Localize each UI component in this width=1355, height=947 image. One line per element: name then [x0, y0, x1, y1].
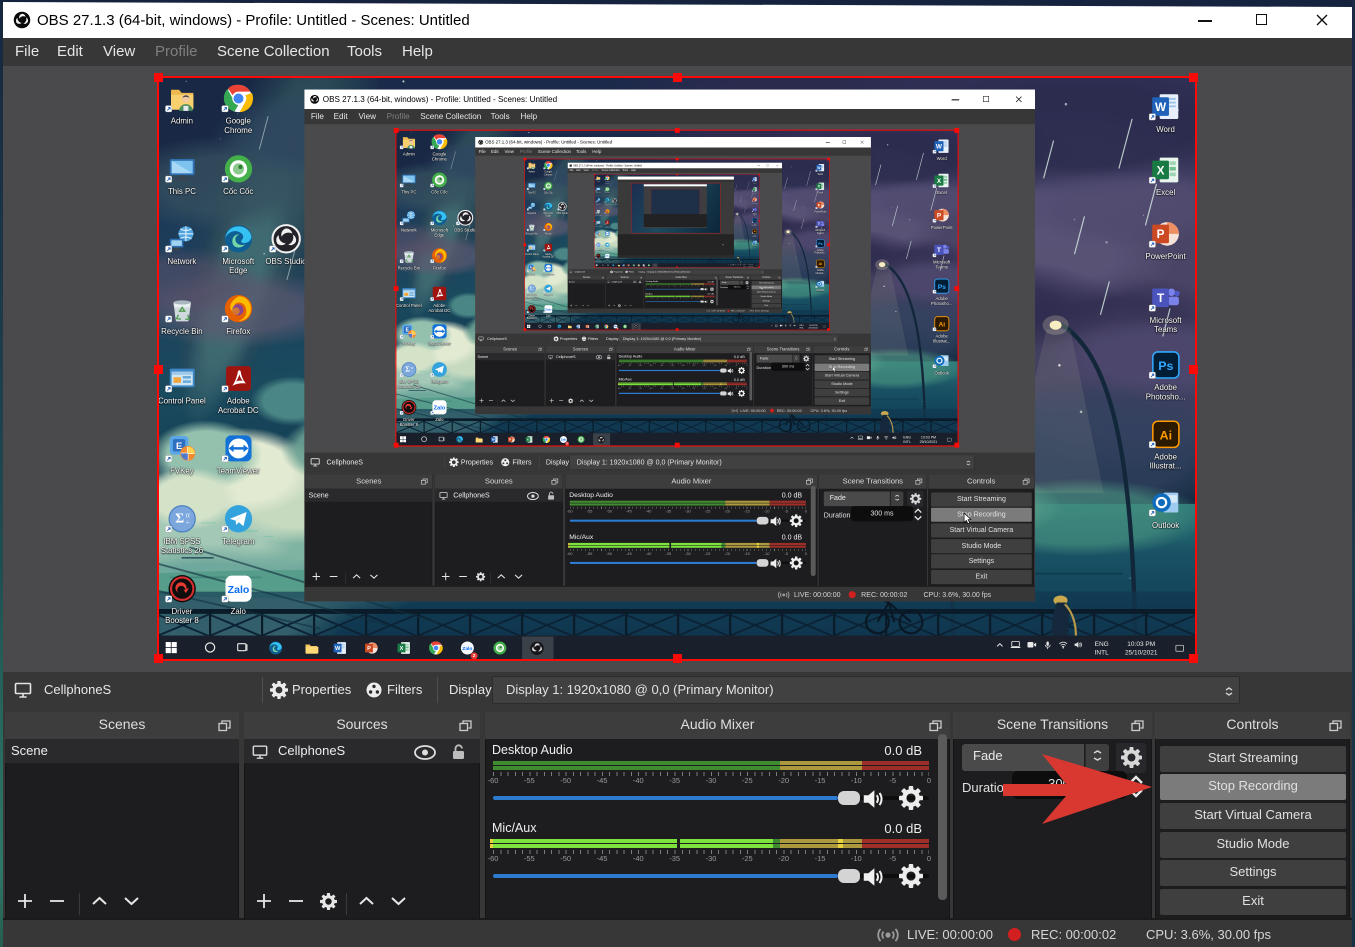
svg-text:W: W	[936, 144, 943, 151]
svg-text:Zalo: Zalo	[606, 256, 609, 258]
svg-text:Zalo: Zalo	[433, 406, 445, 412]
svg-text:÷: ÷	[185, 518, 190, 527]
svg-text:Ps: Ps	[938, 284, 946, 291]
svg-text:Σ: Σ	[175, 511, 184, 526]
svg-text:Σ: Σ	[405, 365, 410, 374]
svg-text:Σ: Σ	[530, 286, 533, 291]
svg-text:P: P	[367, 646, 371, 652]
svg-text:Zalo: Zalo	[227, 584, 249, 596]
svg-text:W: W	[1155, 101, 1167, 114]
svg-text:X: X	[400, 646, 404, 652]
svg-text:W: W	[492, 438, 495, 442]
svg-text:Ai: Ai	[1159, 428, 1171, 442]
svg-text:P: P	[509, 438, 511, 442]
svg-text:X: X	[527, 438, 529, 442]
svg-text:E: E	[176, 441, 182, 451]
svg-text:T: T	[1157, 292, 1165, 305]
svg-text:T: T	[937, 247, 941, 254]
svg-text:W: W	[753, 179, 755, 181]
svg-text:Ai: Ai	[819, 262, 823, 266]
svg-text:P: P	[937, 213, 942, 220]
svg-text:P: P	[1156, 228, 1164, 241]
svg-text:Zalo: Zalo	[545, 307, 551, 311]
svg-text:Zalo: Zalo	[462, 646, 472, 652]
svg-text:Ai: Ai	[938, 321, 945, 328]
svg-text:Ps: Ps	[818, 242, 822, 246]
svg-text:Ps: Ps	[1158, 359, 1173, 373]
svg-text:W: W	[335, 646, 341, 652]
svg-text:X: X	[1156, 164, 1164, 177]
svg-text:X: X	[937, 178, 942, 185]
